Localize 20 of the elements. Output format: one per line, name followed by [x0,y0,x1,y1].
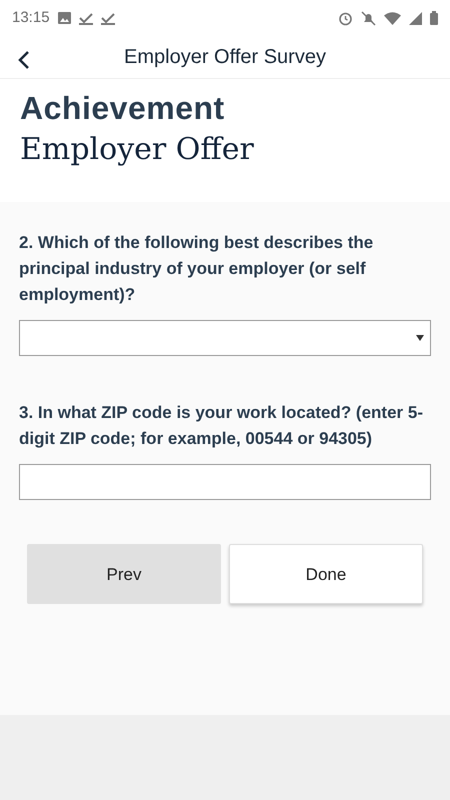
wifi-icon [384,12,401,24]
question-label: 3. In what ZIP code is your work located? (enter 5-digit ZIP code; for example, 00544 or 94305) [19,402,424,450]
battery-icon [430,11,438,25]
status-time: 13:15 [12,8,50,28]
download-done-icon [100,12,115,24]
image-icon [58,12,71,24]
screen-title: Employer Offer Survey [124,45,326,70]
download-done-icon [78,12,93,24]
caret-icon [416,335,424,342]
alarm-icon [338,10,353,26]
back-icon [18,50,30,70]
done-button[interactable]: Done [229,544,423,604]
brand-logo: Achievement [20,90,225,126]
prev-button[interactable]: Prev [27,544,221,604]
page-heading: Employer Offer [20,132,254,168]
question-label: 2. Which of the following best describes the principal industry of your employer (or self employment)? [19,232,374,306]
dropdown-field[interactable] [19,320,431,356]
zip-code-field[interactable] [19,464,431,500]
signal-icon [409,12,422,24]
notifications-off-icon [361,10,376,26]
